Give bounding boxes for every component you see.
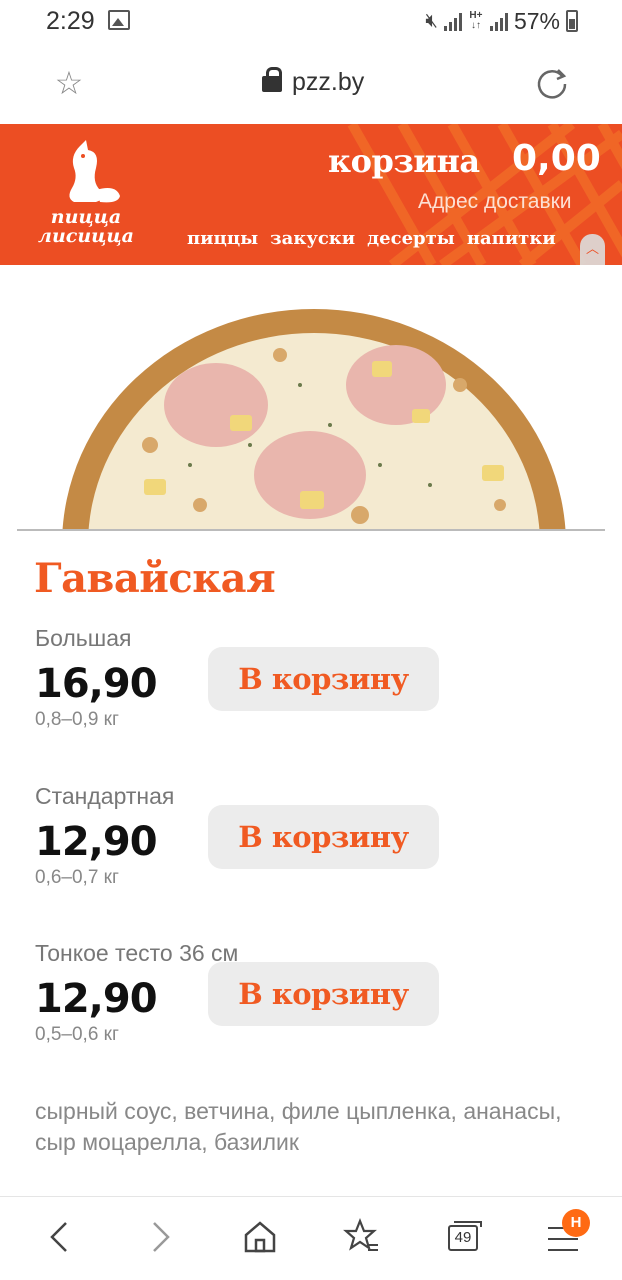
lock-icon xyxy=(262,66,282,93)
variant-weight: 0,5–0,6 кг xyxy=(35,1024,119,1045)
battery-percent: 57% xyxy=(513,7,560,34)
network-type: H+ ↓↑ xyxy=(468,11,484,31)
address-field[interactable]: pzz.by xyxy=(262,66,365,97)
site-logo[interactable]: пицца лисицца xyxy=(30,138,142,254)
variant-thin: Тонкое тесто 36 см 12,90 0,5–0,6 кг В ко… xyxy=(35,940,595,1080)
add-to-cart-button[interactable]: В корзину xyxy=(208,962,439,1026)
browser-bottom-bar: 49 H xyxy=(0,1196,622,1280)
signal-icon xyxy=(443,11,462,31)
pizza-image xyxy=(0,265,622,530)
nav-item-pizzas[interactable]: пиццы xyxy=(187,228,258,249)
nav-item-desserts[interactable]: десерты xyxy=(367,228,455,249)
variant-price: 12,90 xyxy=(35,976,158,1022)
variant-standard: Стандартная 12,90 0,6–0,7 кг В корзину xyxy=(35,783,595,923)
tabs-icon[interactable]: 49 xyxy=(448,1221,482,1251)
variant-price: 16,90 xyxy=(35,661,158,707)
variant-size: Большая xyxy=(35,625,132,651)
chevron-up-icon[interactable]: ︿ xyxy=(580,234,605,264)
bookmarks-icon[interactable] xyxy=(340,1215,384,1259)
nav-item-drinks[interactable]: напитки xyxy=(467,228,556,249)
browser-url-bar: ☆ pzz.by xyxy=(0,44,622,124)
network-arrows: ↓↑ xyxy=(470,20,481,31)
cart-link[interactable]: корзина xyxy=(328,142,480,180)
url-text: pzz.by xyxy=(292,68,365,96)
battery-icon xyxy=(566,10,578,32)
logo-line-2: лисицца xyxy=(38,225,134,247)
product-ingredients: сырный соус, ветчина, филе цыпленка, ана… xyxy=(35,1098,562,1155)
variant-price: 12,90 xyxy=(35,819,158,865)
variant-weight: 0,6–0,7 кг xyxy=(35,867,119,888)
image-divider xyxy=(17,529,605,531)
status-time: 2:29 xyxy=(46,7,95,35)
forward-icon[interactable] xyxy=(138,1215,182,1259)
main-nav: пиццы закуски десерты напитки xyxy=(187,228,556,249)
fox-icon xyxy=(69,140,120,203)
signal-icon-2 xyxy=(489,11,508,31)
cart-sum[interactable]: 0,00 xyxy=(512,138,601,179)
logo-text: пицца лисицца xyxy=(30,208,142,246)
nav-item-snacks[interactable]: закуски xyxy=(270,228,355,249)
bookmark-star-icon[interactable]: ☆ xyxy=(52,66,86,100)
product-title: Гавайская xyxy=(34,555,276,602)
site-header: пицца лисицца корзина 0,00 Адрес доставк… xyxy=(0,124,622,265)
status-bar: 2:29 🔇︎ H+ ↓↑ 57% xyxy=(0,0,622,44)
image-icon xyxy=(108,10,130,30)
add-to-cart-button[interactable]: В корзину xyxy=(208,805,439,869)
reload-icon[interactable] xyxy=(534,66,570,102)
variant-weight: 0,8–0,9 кг xyxy=(35,709,119,730)
add-to-cart-button[interactable]: В корзину xyxy=(208,647,439,711)
tabs-count: 49 xyxy=(454,1229,472,1246)
variant-size: Тонкое тесто 36 см xyxy=(35,940,239,966)
back-icon[interactable] xyxy=(38,1215,82,1259)
status-right: 🔇︎ H+ ↓↑ 57% xyxy=(425,6,578,36)
variant-large: Большая 16,90 0,8–0,9 кг В корзину xyxy=(35,625,595,765)
variant-size: Стандартная xyxy=(35,783,175,809)
home-icon[interactable] xyxy=(238,1215,282,1259)
mute-icon: 🔇︎ xyxy=(425,9,438,32)
menu-badge: H xyxy=(562,1209,590,1237)
delivery-address-link[interactable]: Адрес доставки xyxy=(418,190,572,214)
